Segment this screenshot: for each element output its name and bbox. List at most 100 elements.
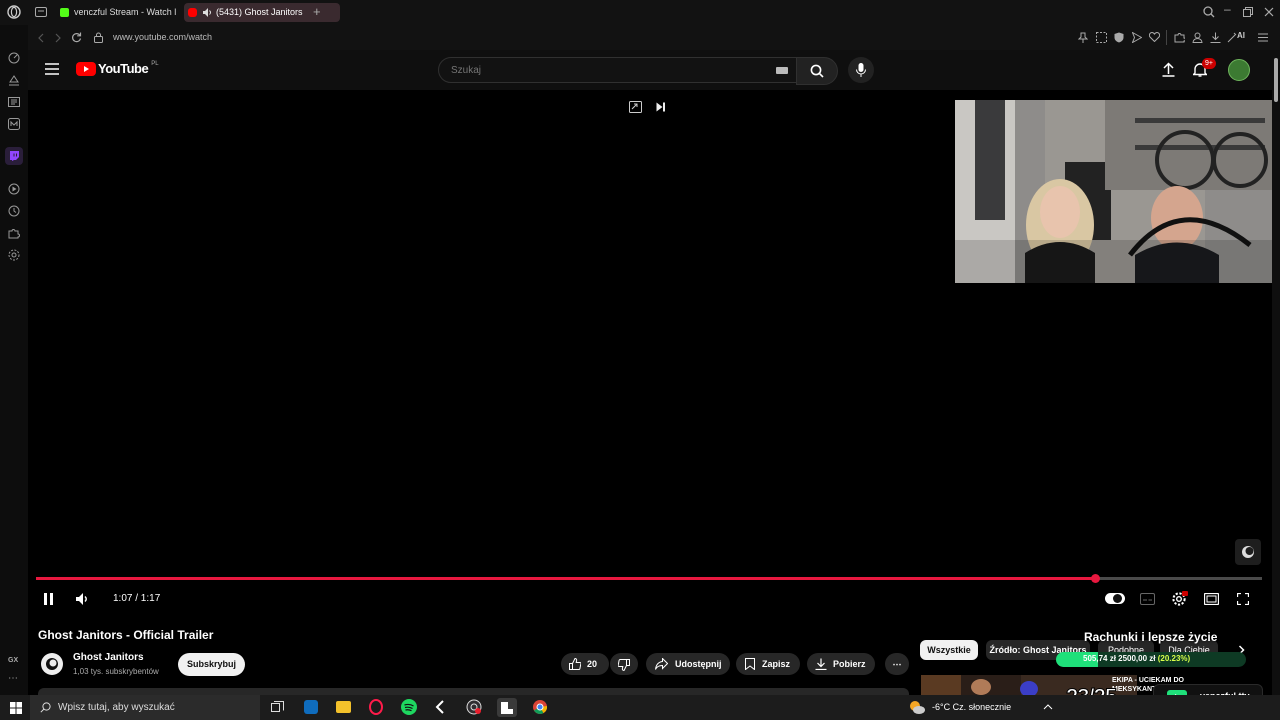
youtube-favicon-icon xyxy=(188,8,197,17)
windows-start-icon[interactable] xyxy=(10,702,22,714)
youtube-logo[interactable]: YouTube PL xyxy=(76,61,159,76)
share-icon xyxy=(655,658,668,670)
minimize-button[interactable]: – xyxy=(1224,2,1231,16)
messenger-icon[interactable] xyxy=(8,118,20,130)
history-icon[interactable] xyxy=(8,205,20,217)
url-field[interactable]: www.youtube.com/watch xyxy=(113,32,212,42)
taskbar-search-icon xyxy=(40,702,51,713)
browser-sidebar: GX ⋯ xyxy=(0,25,28,695)
snapshot-icon[interactable] xyxy=(1096,32,1107,43)
speaker-playing-icon[interactable] xyxy=(203,8,213,17)
store-app-icon[interactable] xyxy=(304,700,318,714)
back-icon[interactable] xyxy=(37,33,45,43)
pin-icon[interactable] xyxy=(1078,32,1088,43)
settings-gear-icon[interactable] xyxy=(1172,591,1188,607)
more-dots-icon: ⋯ xyxy=(892,659,902,669)
settings-sidebar-icon[interactable] xyxy=(8,249,20,261)
download-label: Pobierz xyxy=(833,659,866,669)
capcut-taskbar-button[interactable] xyxy=(497,698,517,717)
voice-search-button[interactable] xyxy=(848,57,874,83)
browser-tab-bar: venczful Stream - Watch l (5431) Ghost J… xyxy=(0,0,1280,25)
opera-gx-taskbar-icon[interactable] xyxy=(368,699,384,715)
download-button[interactable]: Pobierz xyxy=(807,653,875,675)
channel-avatar[interactable] xyxy=(41,653,63,675)
download-toolbar-icon[interactable] xyxy=(1210,32,1221,43)
close-window-icon[interactable] xyxy=(1264,7,1274,17)
sidebar-more-icon[interactable]: ⋯ xyxy=(8,673,18,684)
gx-control-icon[interactable] xyxy=(8,52,20,64)
task-view-icon[interactable] xyxy=(271,701,284,714)
spotify-icon[interactable] xyxy=(401,699,417,715)
news-icon[interactable] xyxy=(8,96,20,108)
player-icon[interactable] xyxy=(8,183,20,195)
more-actions-button[interactable]: ⋯ xyxy=(885,653,909,675)
upload-icon[interactable] xyxy=(1162,62,1175,77)
chip-all[interactable]: Wszystkie xyxy=(920,640,978,660)
save-button[interactable]: Zapisz xyxy=(736,653,800,675)
tab-kick-stream[interactable]: venczful Stream - Watch l xyxy=(56,3,194,22)
ai-sparkle-icon[interactable] xyxy=(1227,32,1237,43)
stream-overlay-title: Rachunki i lepsze życie xyxy=(1084,630,1218,644)
autoplay-toggle-knob xyxy=(1113,594,1122,603)
restore-window-icon[interactable] xyxy=(1243,7,1253,17)
subscribe-button[interactable]: Subskrybuj xyxy=(178,653,245,676)
obs-icon[interactable] xyxy=(466,699,482,715)
send-icon[interactable] xyxy=(1132,32,1142,43)
opera-logo-icon[interactable] xyxy=(7,5,21,19)
easy-setup-menu-icon[interactable] xyxy=(1258,33,1268,42)
tray-chevron-icon[interactable] xyxy=(1043,702,1053,712)
gx-corner-icon[interactable] xyxy=(8,74,20,86)
twitch-icon xyxy=(10,151,19,161)
description-box[interactable] xyxy=(38,688,909,695)
streamer-webcam-overlay xyxy=(955,100,1272,283)
extensions-sidebar-icon[interactable] xyxy=(8,227,20,239)
chatgpt-app-icon[interactable] xyxy=(434,699,450,715)
file-explorer-icon[interactable] xyxy=(336,701,351,713)
next-video-top-icon[interactable] xyxy=(656,102,666,112)
channel-watermark[interactable] xyxy=(1235,539,1261,565)
reload-icon[interactable] xyxy=(71,32,82,43)
pause-icon[interactable] xyxy=(43,593,54,605)
avatar[interactable] xyxy=(1228,59,1250,81)
notifications-badge: 9+ xyxy=(1202,58,1216,69)
miniplayer-icon[interactable] xyxy=(629,101,642,113)
theater-mode-icon[interactable] xyxy=(1204,593,1219,605)
lock-icon[interactable] xyxy=(94,32,103,43)
windows-taskbar: Wpisz tutaj, aby wyszukać -6°C Cz. słone… xyxy=(0,695,1280,720)
autoplay-toggle[interactable] xyxy=(1105,593,1125,604)
share-button[interactable]: Udostępnij xyxy=(646,653,730,675)
search-input[interactable] xyxy=(449,64,753,77)
taskbar-search[interactable]: Wpisz tutaj, aby wyszukać xyxy=(30,695,260,720)
shield-icon[interactable] xyxy=(1114,32,1124,43)
progress-bar[interactable] xyxy=(36,574,1262,583)
scrollbar-thumb[interactable] xyxy=(1274,58,1278,102)
dislike-button[interactable] xyxy=(610,653,638,675)
kick-favicon-icon xyxy=(60,8,69,17)
time-display: 1:07 / 1:17 xyxy=(113,593,161,604)
hamburger-menu-icon[interactable] xyxy=(45,63,59,75)
keyboard-icon[interactable] xyxy=(776,67,788,74)
weather-icon[interactable] xyxy=(908,699,926,715)
search-button[interactable] xyxy=(796,57,838,85)
subtitles-icon[interactable] xyxy=(1140,593,1155,605)
volume-icon[interactable] xyxy=(76,593,90,605)
like-button[interactable]: 20 xyxy=(561,653,609,675)
profile-icon[interactable] xyxy=(1192,32,1203,43)
video-player[interactable] xyxy=(28,90,1272,618)
subscriber-count: 1,03 tys. subskrybentów xyxy=(73,667,159,676)
search-tabs-icon[interactable] xyxy=(1203,6,1215,18)
thumbs-up-icon xyxy=(569,658,581,670)
fullscreen-icon[interactable] xyxy=(1237,593,1249,605)
bookmark-icon xyxy=(745,658,755,670)
weather-text[interactable]: -6°C Cz. słonecznie xyxy=(932,702,1011,712)
twitch-sidebar-button[interactable] xyxy=(5,147,23,165)
heart-icon[interactable] xyxy=(1149,32,1160,42)
new-tab-button[interactable]: + xyxy=(313,4,321,19)
tab-overview-icon[interactable] xyxy=(35,7,47,17)
chrome-icon[interactable] xyxy=(532,699,548,715)
forward-icon[interactable] xyxy=(54,33,62,43)
aria-ai-label[interactable]: AI xyxy=(1237,31,1245,40)
channel-name[interactable]: Ghost Janitors xyxy=(73,652,144,663)
extensions-icon[interactable] xyxy=(1174,32,1185,43)
page-scrollbar[interactable] xyxy=(1272,50,1280,695)
